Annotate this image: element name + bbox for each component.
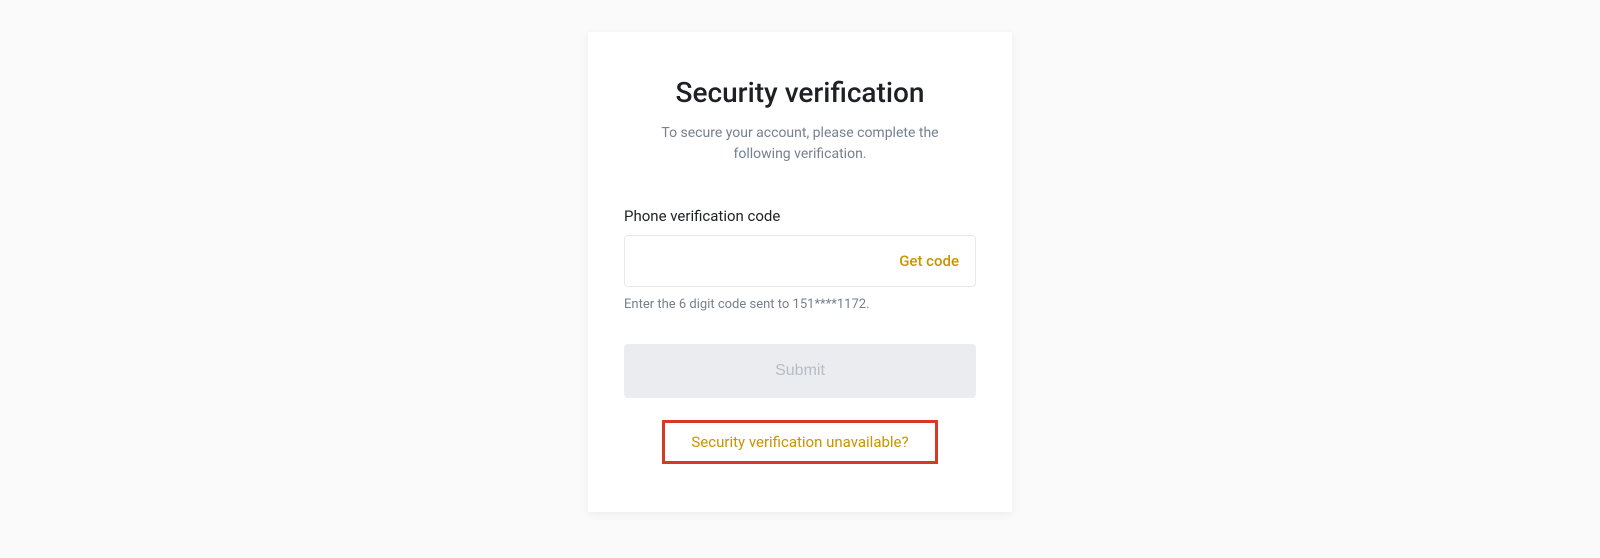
page-subtitle: To secure your account, please complete … <box>624 123 976 165</box>
phone-code-input[interactable] <box>641 253 889 270</box>
security-verification-card: Security verification To secure your acc… <box>588 32 1012 512</box>
get-code-button[interactable]: Get code <box>889 252 959 270</box>
security-verification-unavailable-link[interactable]: Security verification unavailable? <box>662 420 937 464</box>
submit-button[interactable]: Submit <box>624 344 976 398</box>
phone-code-label: Phone verification code <box>624 207 976 225</box>
phone-code-hint: Enter the 6 digit code sent to 151****11… <box>624 297 976 312</box>
phone-code-input-wrapper: Get code <box>624 235 976 287</box>
unavailable-wrapper: Security verification unavailable? <box>624 420 976 464</box>
page-title: Security verification <box>624 76 976 109</box>
